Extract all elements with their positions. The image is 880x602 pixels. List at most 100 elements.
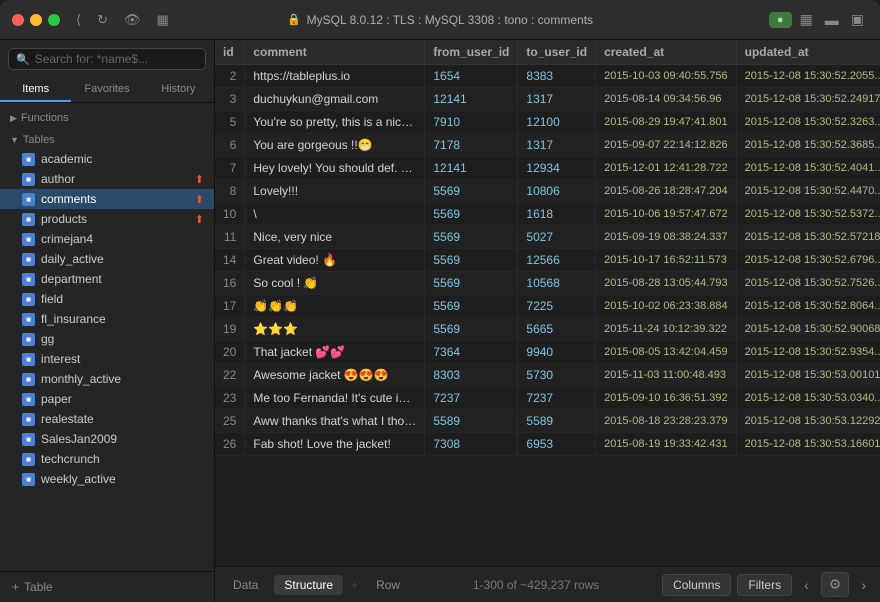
cell-id: 7 [215, 157, 245, 180]
minimize-button[interactable] [30, 14, 42, 26]
cell-comment: 👏👏👏 [245, 295, 425, 318]
cell-updated_at: 2015-12-08 15:30:52.6796... [736, 249, 880, 272]
sidebar-item-monthly_active[interactable]: ■ monthly_active [0, 369, 214, 389]
functions-header[interactable]: ▶ Functions [0, 109, 214, 127]
col-header-id[interactable]: id [215, 40, 245, 65]
tab-items[interactable]: Items [0, 78, 71, 102]
sidebar-item-crimejan4[interactable]: ■ crimejan4 [0, 229, 214, 249]
panel-view-icon[interactable]: ▣ [847, 9, 868, 30]
table-row[interactable]: 17👏👏👏556972252015-10-02 06:23:38.8842015… [215, 295, 880, 318]
cell-to_user_id: 7225 [518, 295, 596, 318]
cell-from_user_id: 5569 [425, 226, 518, 249]
cell-created_at: 2015-08-14 09:34:56.96 [596, 88, 737, 111]
table-row[interactable]: 6You are gorgeous !!😁717813172015-09-07 … [215, 134, 880, 157]
prev-page-button[interactable]: ‹ [798, 574, 815, 596]
maximize-button[interactable] [48, 14, 60, 26]
cell-from_user_id: 5569 [425, 318, 518, 341]
refresh-icon[interactable]: ↻ [93, 10, 112, 30]
columns-button[interactable]: Columns [662, 574, 731, 596]
cell-id: 14 [215, 249, 245, 272]
filters-button[interactable]: Filters [737, 574, 792, 596]
table-row[interactable]: 10\556916182015-10-06 19:57:47.6722015-1… [215, 203, 880, 226]
table-icon: ■ [22, 453, 35, 466]
table-row[interactable]: 7Hey lovely! You should def. enter the C… [215, 157, 880, 180]
table-body[interactable]: idcommentfrom_user_idto_user_idcreated_a… [215, 40, 880, 566]
col-header-from_user_id[interactable]: from_user_id [425, 40, 518, 65]
search-input[interactable] [35, 52, 198, 66]
cell-id: 17 [215, 295, 245, 318]
cell-id: 6 [215, 134, 245, 157]
table-row[interactable]: 22Awesome jacket 😍😍😍830357302015-11-03 1… [215, 364, 880, 387]
sidebar-item-paper[interactable]: ■ paper [0, 389, 214, 409]
nav-back-icon[interactable]: ⟨ [72, 10, 85, 30]
add-row-button[interactable]: Row [366, 575, 410, 595]
db-status-button[interactable]: ● [769, 12, 792, 28]
sidebar-item-author[interactable]: ■ author ⬆ [0, 169, 214, 189]
table-icon: ■ [22, 333, 35, 346]
sidebar-item-SalesJan2009[interactable]: ■ SalesJan2009 [0, 429, 214, 449]
sidebar-item-interest[interactable]: ■ interest [0, 349, 214, 369]
table-row[interactable]: 8Lovely!!!5569108062015-08-26 18:28:47.2… [215, 180, 880, 203]
tab-history[interactable]: History [143, 78, 214, 102]
table-row[interactable]: 2https://tableplus.io165483832015-10-03 … [215, 65, 880, 88]
traffic-lights [12, 14, 60, 26]
cell-id: 11 [215, 226, 245, 249]
search-input-wrapper[interactable]: 🔍 [8, 48, 206, 70]
table-row[interactable]: 16So cool ! 👏5569105682015-08-28 13:05:4… [215, 272, 880, 295]
table-row[interactable]: 14Great video! 🔥5569125662015-10-17 16:5… [215, 249, 880, 272]
table-icon: ■ [22, 153, 35, 166]
bottom-tab-data[interactable]: Data [223, 575, 268, 595]
table-row[interactable]: 3duchuykun@gmail.com1214113172015-08-14 … [215, 88, 880, 111]
next-page-button[interactable]: › [855, 574, 872, 596]
sidebar-item-techcrunch[interactable]: ■ techcrunch [0, 449, 214, 469]
layout-icon[interactable]: ▦ [153, 10, 173, 30]
tab-favorites[interactable]: Favorites [71, 78, 142, 102]
sidebar-item-weekly_active[interactable]: ■ weekly_active [0, 469, 214, 489]
cell-comment: Lovely!!! [245, 180, 425, 203]
col-header-to_user_id[interactable]: to_user_id [518, 40, 596, 65]
col-header-comment[interactable]: comment [245, 40, 425, 65]
cell-id: 22 [215, 364, 245, 387]
settings-button[interactable]: ⚙ [821, 572, 850, 597]
cell-created_at: 2015-11-24 10:12:39.322 [596, 318, 737, 341]
cell-comment: You're so pretty, this is a nice ni gorg… [245, 111, 425, 134]
row-info: 1-300 of ~429,237 rows [416, 578, 656, 592]
list-view-icon[interactable]: ▬ [821, 10, 843, 30]
sidebar-item-daily_active[interactable]: ■ daily_active [0, 249, 214, 269]
sidebar-item-field[interactable]: ■ field [0, 289, 214, 309]
col-header-updated_at[interactable]: updated_at [736, 40, 880, 65]
table-row[interactable]: 25Aww thanks that's what I thought to lo… [215, 410, 880, 433]
table-row[interactable]: 19⭐⭐⭐556956652015-11-24 10:12:39.3222015… [215, 318, 880, 341]
table-row[interactable]: 5You're so pretty, this is a nice ni gor… [215, 111, 880, 134]
table-row[interactable]: 11Nice, very nice556950272015-09-19 08:3… [215, 226, 880, 249]
cell-from_user_id: 7178 [425, 134, 518, 157]
table-row[interactable]: 23Me too Fernanda! It's cute isn't it 😁😊… [215, 387, 880, 410]
bottom-tab-structure[interactable]: Structure [274, 575, 343, 595]
grid-view-icon[interactable]: ▦ [796, 9, 817, 30]
sidebar-item-products[interactable]: ■ products ⬆ [0, 209, 214, 229]
eye-icon[interactable]: 👁 [120, 10, 145, 30]
cell-from_user_id: 12141 [425, 157, 518, 180]
sidebar-item-comments[interactable]: ■ comments ⬆ [0, 189, 214, 209]
table-list: ■ academic ■ author ⬆ ■ comments ⬆ ■ pro… [0, 149, 214, 489]
table-row[interactable]: 20That jacket 💕💕736499402015-08-05 13:42… [215, 341, 880, 364]
sidebar-item-gg[interactable]: ■ gg [0, 329, 214, 349]
content-area: idcommentfrom_user_idto_user_idcreated_a… [215, 40, 880, 602]
sidebar-item-academic[interactable]: ■ academic [0, 149, 214, 169]
tables-label: Tables [23, 134, 55, 146]
table-name: monthly_active [41, 372, 121, 386]
table-row[interactable]: 26Fab shot! Love the jacket!730869532015… [215, 433, 880, 456]
sidebar-item-fl_insurance[interactable]: ■ fl_insurance [0, 309, 214, 329]
sidebar-item-realestate[interactable]: ■ realestate [0, 409, 214, 429]
add-table-button[interactable]: + Table [8, 578, 206, 596]
cell-to_user_id: 10568 [518, 272, 596, 295]
cell-to_user_id: 7237 [518, 387, 596, 410]
table-icon: ■ [22, 313, 35, 326]
cell-updated_at: 2015-12-08 15:30:52.9354... [736, 341, 880, 364]
sidebar-item-department[interactable]: ■ department [0, 269, 214, 289]
table-icon: ■ [22, 273, 35, 286]
cell-from_user_id: 7910 [425, 111, 518, 134]
tables-header[interactable]: ▼ Tables [0, 131, 214, 149]
col-header-created_at[interactable]: created_at [596, 40, 737, 65]
close-button[interactable] [12, 14, 24, 26]
